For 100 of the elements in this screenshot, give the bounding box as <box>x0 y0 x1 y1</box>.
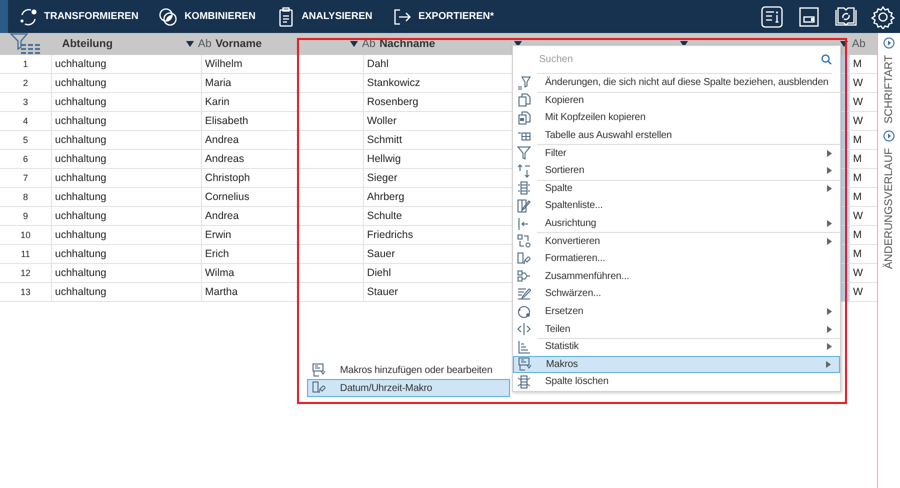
table-cell: uchhaltung <box>52 93 202 111</box>
table-cell: uchhaltung <box>52 188 202 206</box>
export-icon <box>392 6 412 26</box>
panel-icon[interactable] <box>797 4 821 28</box>
replace-circle-icon <box>517 304 531 319</box>
copy-icon <box>517 93 531 108</box>
table-cell: Erwin <box>202 226 364 244</box>
column-header[interactable]: Abteilung <box>62 38 113 50</box>
table-cell: W <box>850 74 878 92</box>
menu-item[interactable]: Statistik <box>513 338 840 356</box>
macro-icon <box>312 363 326 377</box>
table-cell: uchhaltung <box>52 245 202 263</box>
accent-strip <box>0 0 8 33</box>
row-number: 3 <box>0 93 52 111</box>
menu-item[interactable]: Makros hinzufügen oder bearbeiten <box>307 361 510 379</box>
dropdown-icon[interactable] <box>840 41 848 47</box>
table-cell: M <box>850 55 878 73</box>
sort-arrows-icon <box>517 164 531 178</box>
row-number: 13 <box>0 283 52 301</box>
table-cell: M <box>850 150 878 168</box>
table-cell: Wilma <box>202 264 364 282</box>
table-cell: uchhaltung <box>52 112 202 130</box>
search-icon[interactable] <box>821 54 832 65</box>
table-cell: M <box>850 226 878 244</box>
dropdown-icon[interactable] <box>680 41 688 47</box>
play-circle-icon[interactable] <box>883 130 895 142</box>
side-panel-tab[interactable]: ÄNDERUNGSVERLAUF <box>883 148 895 269</box>
table-cell: W <box>850 112 878 130</box>
menu-item[interactable]: Teilen <box>513 320 840 338</box>
submenu-arrow-icon <box>827 220 832 228</box>
menu-item[interactable]: Spalte löschen <box>513 373 840 391</box>
table-cell: uchhaltung <box>52 264 202 282</box>
column-header[interactable]: Nachname <box>379 38 436 50</box>
menu-item[interactable]: Makros <box>513 356 840 374</box>
table-cell: Martha <box>202 283 364 301</box>
settings-icon[interactable] <box>871 4 895 28</box>
submenu-arrow-icon <box>827 238 832 245</box>
align-icon <box>517 216 531 231</box>
dropdown-icon[interactable] <box>186 41 194 47</box>
dropdown-icon[interactable] <box>350 41 358 47</box>
toolbar-tab[interactable]: EXPORTIEREN* <box>390 4 496 28</box>
format-icon <box>517 252 531 266</box>
table-cell: M <box>850 188 878 206</box>
table-cell: W <box>850 207 878 225</box>
funnel-icon <box>517 146 531 160</box>
table-cell: uchhaltung <box>52 169 202 187</box>
row-number: 9 <box>0 207 52 225</box>
table-cell: uchhaltung <box>52 131 202 149</box>
submenu-arrow-icon <box>827 326 832 333</box>
table-cell: uchhaltung <box>52 74 202 92</box>
search-field[interactable]: Suchen <box>537 54 821 65</box>
delete-column-icon <box>517 374 531 389</box>
menu-item[interactable]: Datum/Uhrzeit-Makro <box>307 379 510 397</box>
table-cell: Maria <box>202 74 364 92</box>
table-cell: uchhaltung <box>52 283 202 301</box>
table-cell: Andreas <box>202 150 364 168</box>
filter-table-icon[interactable] <box>9 33 43 55</box>
table-cell: Andrea <box>202 131 364 149</box>
table-cell: Erich <box>202 245 364 263</box>
toolbar-tab[interactable]: ANALYSIEREN <box>274 4 374 28</box>
table-cell: Christoph <box>202 169 364 187</box>
table-cell: uchhaltung <box>52 150 202 168</box>
table-cell: Andrea <box>202 207 364 225</box>
info-list-icon[interactable] <box>760 4 784 28</box>
toolbar-tab[interactable]: TRANSFORMIEREN <box>16 4 140 28</box>
side-panel-tab[interactable]: SCHRIFTART <box>883 55 895 124</box>
convert-icon <box>517 234 531 248</box>
macro-wrench-icon <box>312 381 326 395</box>
row-number: 10 <box>0 226 52 244</box>
row-number: 11 <box>0 245 52 263</box>
row-number: 8 <box>0 188 52 206</box>
table-cell: uchhaltung <box>52 207 202 225</box>
redact-pen-icon <box>517 286 531 301</box>
overlap-circles-icon <box>158 6 178 26</box>
merge-icon <box>517 269 531 284</box>
dropdown-icon[interactable] <box>514 41 522 47</box>
row-number: 5 <box>0 131 52 149</box>
table-cell: M <box>850 245 878 263</box>
table-cell: W <box>850 93 878 111</box>
toolbar-tab[interactable]: KOMBINIEREN <box>156 4 258 28</box>
submenu-arrow-icon <box>827 150 832 157</box>
table-cell: uchhaltung <box>52 226 202 244</box>
play-circle-icon[interactable] <box>883 37 895 49</box>
macro-icon <box>518 357 532 372</box>
submenu-arrow-icon <box>826 360 831 368</box>
table-cell: M <box>850 131 878 149</box>
table-cell: W <box>850 264 878 282</box>
submenu-arrow-icon <box>827 343 832 350</box>
type-label: Ab <box>852 38 866 50</box>
table-cell: uchhaltung <box>52 55 202 73</box>
copy-headers-icon <box>517 110 531 125</box>
table-cell: M <box>850 169 878 187</box>
columns-icon <box>517 181 531 196</box>
funnel-icon <box>517 76 531 90</box>
menu-item[interactable]: Ersetzen <box>513 302 840 320</box>
book-sync-icon[interactable] <box>834 4 858 28</box>
statistics-icon <box>517 340 531 354</box>
submenu-arrow-icon <box>827 308 832 316</box>
table-cell: Karin <box>202 93 364 111</box>
column-header[interactable]: Vorname <box>215 38 262 50</box>
